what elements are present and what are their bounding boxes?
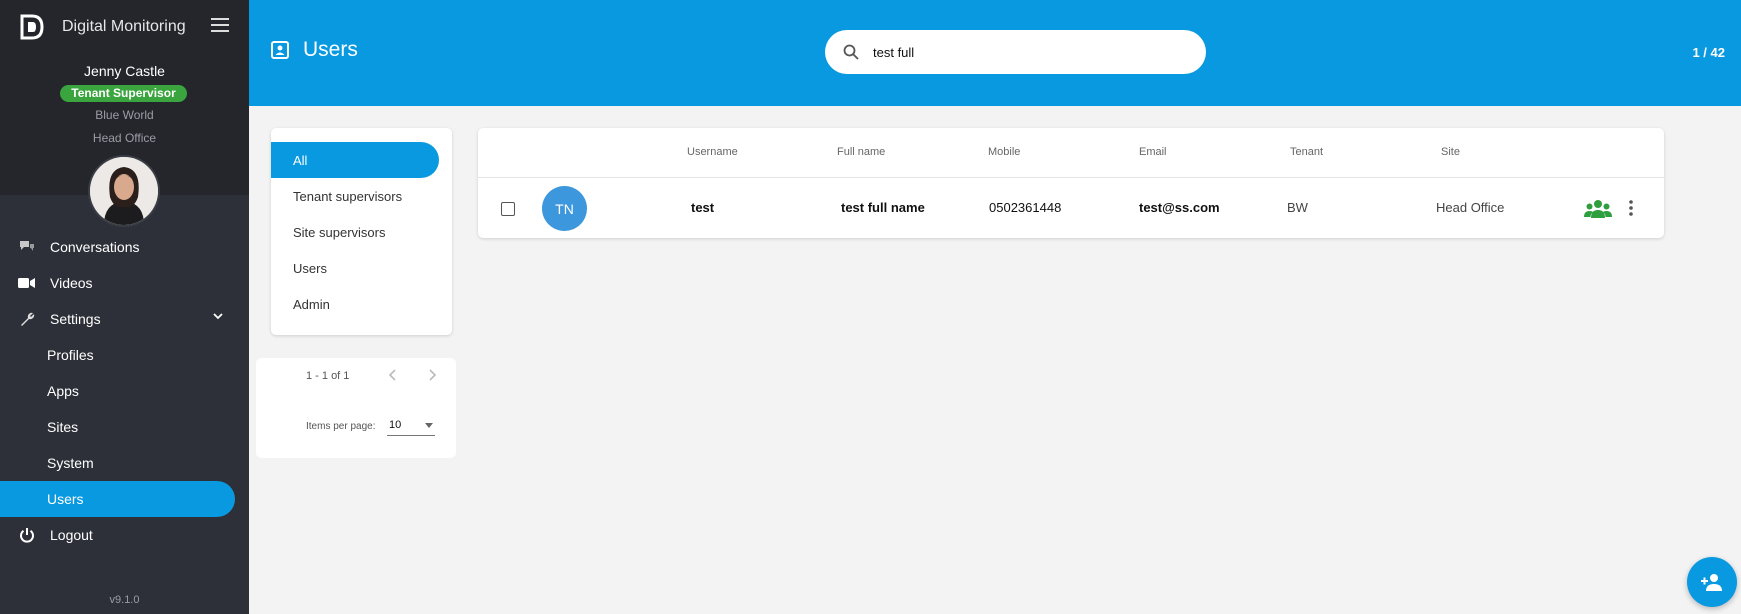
record-counter: 1 / 42 [1692,45,1725,60]
app-version: v9.1.0 [109,594,140,606]
page-title-group: Users [271,38,358,62]
nav-label: System [47,455,94,471]
app-name: Digital Monitoring [62,18,186,35]
row-select-checkbox[interactable] [501,202,515,216]
user-type-filter: All Tenant supervisors Site supervisors … [271,128,452,335]
filter-admin[interactable]: Admin [271,286,452,322]
profile-name: Jenny Castle [84,63,165,79]
user-groups-icon[interactable] [1584,199,1612,219]
filter-tenant-supervisors[interactable]: Tenant supervisors [271,178,452,214]
menu-toggle-icon[interactable] [211,18,229,32]
nav-item-sites[interactable]: Sites [0,409,249,445]
nav-label: Users [47,491,84,507]
nav-item-profiles[interactable]: Profiles [0,337,249,373]
sidebar-nav: Conversations Videos Settings Profiles A… [0,229,249,553]
table-header: Username Full name Mobile Email Tenant S… [478,128,1664,178]
nav-item-apps[interactable]: Apps [0,373,249,409]
nav-item-videos[interactable]: Videos [0,265,249,301]
contact-card-icon [271,41,289,59]
chevron-down-icon [213,313,223,320]
filter-all[interactable]: All [271,142,439,178]
cell-site: Head Office [1436,200,1505,215]
cell-username: test [691,200,715,215]
nav-item-users[interactable]: Users [0,481,235,517]
page-header: Users test full 1 / 42 [249,0,1741,106]
table-row[interactable]: TN test test full name 0502361448 test@s… [478,179,1664,238]
nav-item-logout[interactable]: Logout [0,517,249,553]
role-badge: Tenant Supervisor [60,85,187,102]
nav-label: Logout [50,527,93,543]
profile-tenant: Blue World [95,108,154,122]
search-input[interactable]: test full [825,30,1206,74]
nav-label: Sites [47,419,79,435]
avatar-photo [90,157,158,225]
chevron-right-icon[interactable] [425,368,439,382]
nav-label: Conversations [50,239,140,255]
nav-item-system[interactable]: System [0,445,249,481]
app-logo-icon [20,14,44,40]
cell-tenant: BW [1287,200,1308,215]
column-header-full-name[interactable]: Full name [837,146,885,158]
paginator: 1 - 1 of 1 Items per page: 10 [256,358,456,458]
search-icon [843,44,859,60]
page-title: Users [303,38,358,61]
items-per-page-value: 10 [389,419,402,431]
avatar: TN [542,186,587,231]
items-per-page-select[interactable]: 10 [387,416,435,436]
nav-label: Settings [50,311,101,327]
cell-mobile: 0502361448 [989,200,1062,215]
nav-label: Apps [47,383,79,399]
caret-down-icon [425,423,433,428]
sidebar-profile-section: Digital Monitoring Jenny Castle Tenant S… [0,0,249,227]
sidebar: Digital Monitoring Jenny Castle Tenant S… [0,0,249,614]
cell-full-name: test full name [841,200,925,215]
column-header-site[interactable]: Site [1441,146,1460,158]
add-user-button[interactable] [1687,557,1737,607]
nav-item-settings[interactable]: Settings [0,301,249,337]
wrench-icon [18,310,36,328]
add-person-icon [1701,574,1722,591]
column-header-username[interactable]: Username [687,146,738,158]
profile-avatar[interactable] [88,155,160,227]
power-icon [18,526,36,544]
items-per-page-label: Items per page: [306,421,376,432]
profile-site: Head Office [92,131,157,145]
brand: Digital Monitoring [20,14,186,40]
more-vertical-icon[interactable] [1628,199,1634,217]
column-header-mobile[interactable]: Mobile [988,146,1020,158]
pager-range: 1 - 1 of 1 [306,370,350,382]
nav-item-conversations[interactable]: Conversations [0,229,249,265]
users-table: Username Full name Mobile Email Tenant S… [478,128,1664,238]
column-header-tenant[interactable]: Tenant [1290,146,1323,158]
column-header-email[interactable]: Email [1139,146,1167,158]
filter-users[interactable]: Users [271,250,452,286]
nav-label: Videos [50,275,93,291]
nav-label: Profiles [47,347,94,363]
chevron-left-icon[interactable] [386,368,400,382]
cell-email: test@ss.com [1139,200,1220,215]
search-value: test full [873,44,915,60]
chat-icon [18,238,36,256]
filter-site-supervisors[interactable]: Site supervisors [271,214,452,250]
video-icon [18,274,36,292]
